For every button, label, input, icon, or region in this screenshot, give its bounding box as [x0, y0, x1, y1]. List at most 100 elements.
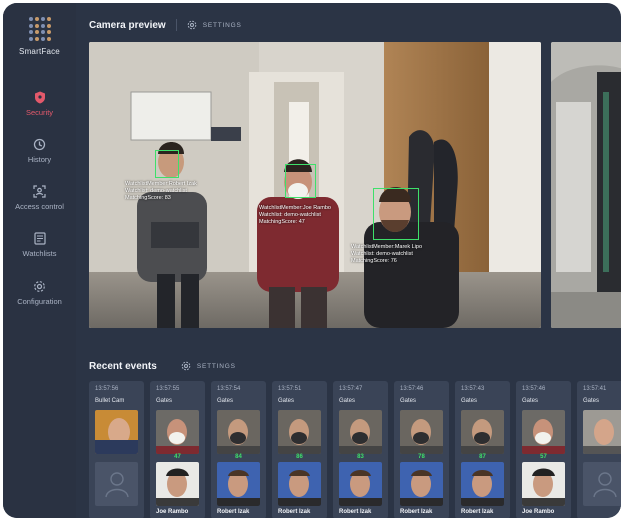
event-time: 13:57:51 — [278, 386, 302, 392]
app-name: SmartFace — [19, 47, 60, 56]
watchlist-photo — [156, 462, 199, 506]
watchlist-photo — [217, 462, 260, 506]
captured-face-thumbnail[interactable] — [522, 410, 565, 454]
event-card[interactable]: 13:57:54 Gates 84 Robert Izak — [211, 381, 266, 518]
gear-icon — [187, 20, 197, 30]
event-camera: Gates — [339, 398, 356, 404]
recent-events-header: Recent events SETTINGS — [89, 356, 236, 376]
captured-face-thumbnail[interactable] — [278, 410, 321, 454]
event-card[interactable]: 13:57:56 Bullet Cam — [89, 381, 144, 518]
event-time: 13:57:55 — [156, 386, 180, 392]
matched-name: Robert Izak — [278, 509, 311, 515]
watchlist-photo — [522, 462, 565, 506]
watchlist-icon — [33, 232, 46, 245]
event-card[interactable]: 13:57:55 Gates 47 Joe Rambo — [150, 381, 205, 518]
sidebar-item-history[interactable]: History — [3, 138, 76, 164]
event-camera: Gates — [522, 398, 539, 404]
face-detection-box[interactable] — [285, 164, 316, 198]
watchlist-photo — [400, 462, 443, 506]
captured-face-thumbnail[interactable] — [583, 410, 621, 454]
sidebar-item-watchlists[interactable]: Watchlists — [3, 232, 76, 258]
matched-name: Joe Rambo — [522, 509, 555, 515]
history-icon — [33, 138, 46, 151]
detection-info: WatchlistMember:Robert Izak Watchlist: d… — [125, 181, 197, 201]
event-camera: Bullet Cam — [95, 398, 125, 404]
event-time: 13:57:43 — [461, 386, 485, 392]
matched-name: Robert Izak — [400, 509, 433, 515]
event-time: 13:57:41 — [583, 386, 607, 392]
unknown-person-icon — [583, 462, 621, 506]
detection-info: WatchlistMember:Marek Lipo Watchlist: de… — [351, 244, 423, 264]
sidebar-item-security[interactable]: Security — [3, 91, 76, 117]
match-score: 86 — [296, 454, 303, 460]
sidebar-item-label: Watchlists — [22, 249, 57, 258]
event-camera: Gates — [156, 398, 173, 404]
gear-icon — [34, 281, 45, 292]
sidebar: SmartFace Security History Access contro… — [3, 3, 76, 518]
event-time: 13:57:47 — [339, 386, 363, 392]
matched-name: Joe Rambo — [156, 509, 189, 515]
camera-feed-secondary[interactable] — [551, 42, 621, 328]
match-score: 84 — [235, 454, 242, 460]
face-detection-box[interactable] — [373, 188, 419, 240]
matched-name: Robert Izak — [339, 509, 372, 515]
matched-name: Robert Izak — [461, 509, 494, 515]
sidebar-item-configuration[interactable]: Configuration — [3, 280, 76, 306]
camera-preview-title: Camera preview — [89, 19, 166, 31]
sidebar-item-label: Security — [25, 108, 54, 117]
face-detection-box[interactable] — [155, 150, 179, 178]
event-camera: Gates — [461, 398, 478, 404]
sidebar-item-access-control[interactable]: Access control — [3, 185, 76, 211]
event-time: 13:57:54 — [217, 386, 241, 392]
sidebar-item-label: History — [27, 155, 52, 164]
app-window: SmartFace Security History Access contro… — [3, 3, 621, 518]
unknown-person-icon — [95, 462, 138, 506]
event-card[interactable]: 13:57:46 Gates 57 Joe Rambo — [516, 381, 571, 518]
event-camera: Gates — [400, 398, 417, 404]
captured-face-thumbnail[interactable] — [217, 410, 260, 454]
sidebar-item-label: Access control — [15, 202, 64, 211]
settings-label: SETTINGS — [202, 21, 242, 29]
gear-icon — [181, 361, 191, 371]
camera-scene-image — [551, 42, 621, 328]
event-card[interactable]: 13:57:51 Gates 86 Robert Izak — [272, 381, 327, 518]
logo: SmartFace — [3, 17, 76, 56]
captured-face-thumbnail[interactable] — [400, 410, 443, 454]
captured-face-thumbnail[interactable] — [339, 410, 382, 454]
captured-face-thumbnail[interactable] — [156, 410, 199, 454]
watchlist-photo — [278, 462, 321, 506]
sidebar-item-label: Configuration — [17, 297, 62, 306]
match-score: 87 — [479, 454, 486, 460]
event-card[interactable]: 13:57:43 Gates 87 Robert Izak — [455, 381, 510, 518]
event-time: 13:57:46 — [522, 386, 546, 392]
recent-events-list: 13:57:56 Bullet Cam 13:57:55 Gates 47 Jo… — [89, 381, 621, 518]
event-camera: Gates — [278, 398, 295, 404]
captured-face-thumbnail[interactable] — [461, 410, 504, 454]
event-time: 13:57:56 — [95, 386, 119, 392]
camera-preview-header: Camera preview SETTINGS — [89, 15, 242, 35]
events-settings-button[interactable]: SETTINGS — [181, 361, 236, 371]
match-score: 78 — [418, 454, 425, 460]
event-card[interactable]: 13:57:46 Gates 78 Robert Izak — [394, 381, 449, 518]
watchlist-photo — [339, 462, 382, 506]
recent-events-title: Recent events — [89, 360, 157, 372]
camera-feed-main[interactable]: WatchlistMember:Robert Izak Watchlist: d… — [89, 42, 541, 328]
shield-icon — [34, 91, 45, 104]
access-control-icon — [33, 185, 46, 198]
header-divider — [175, 19, 177, 31]
match-score: 57 — [540, 454, 547, 460]
detection-info: WatchlistMember:Joe Rambo Watchlist: dem… — [259, 205, 331, 225]
event-time: 13:57:46 — [400, 386, 424, 392]
settings-label: SETTINGS — [196, 362, 236, 370]
matched-name: Robert Izak — [217, 509, 250, 515]
camera-settings-button[interactable]: SETTINGS — [187, 20, 242, 30]
event-card[interactable]: 13:57:47 Gates 83 Robert Izak — [333, 381, 388, 518]
event-camera: Gates — [583, 398, 600, 404]
watchlist-photo — [461, 462, 504, 506]
captured-face-thumbnail[interactable] — [95, 410, 138, 454]
match-score: 47 — [174, 454, 181, 460]
smartface-logo-icon — [28, 17, 52, 41]
match-score: 83 — [357, 454, 364, 460]
event-camera: Gates — [217, 398, 234, 404]
event-card[interactable]: 13:57:41 Gates — [577, 381, 621, 518]
